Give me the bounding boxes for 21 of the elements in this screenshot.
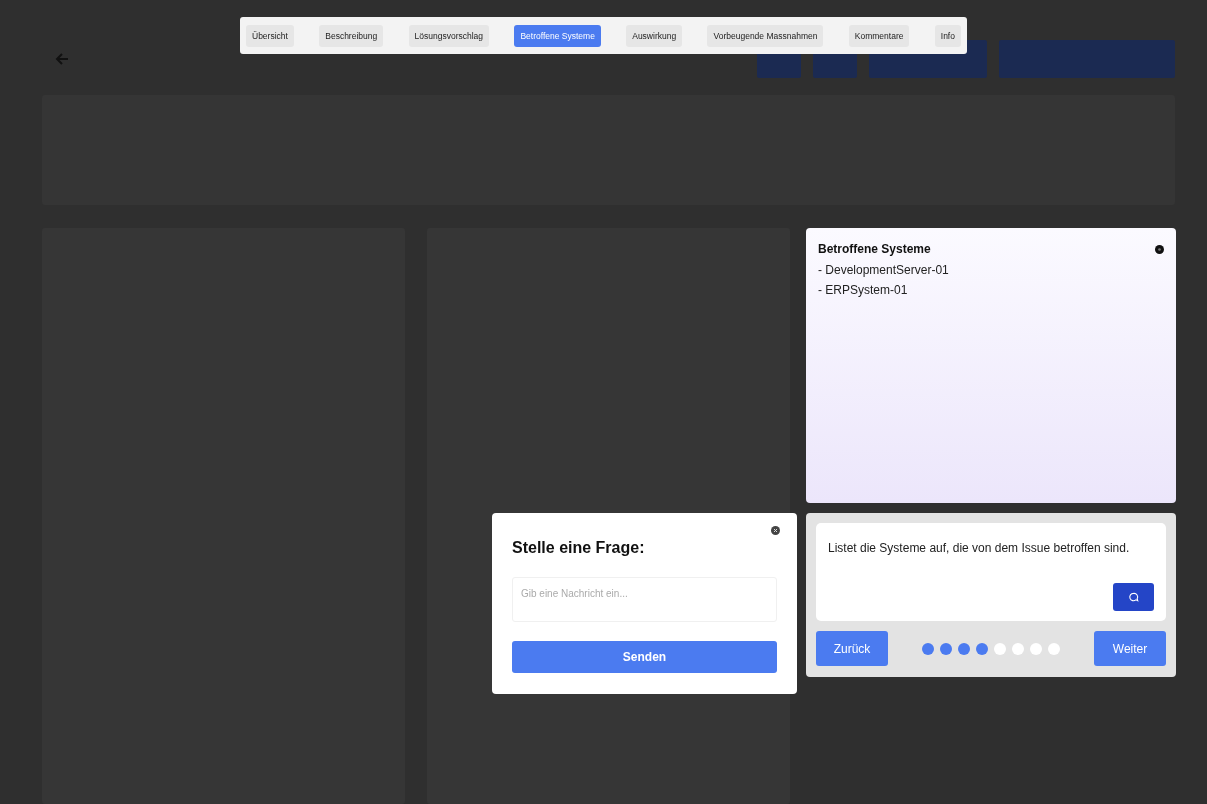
next-button[interactable]: Weiter: [1094, 631, 1166, 666]
tab[interactable]: Beschreibung: [319, 24, 384, 47]
tab[interactable]: Lösungsvorschlag: [408, 24, 490, 47]
tab[interactable]: Betroffene Systeme: [514, 24, 601, 47]
tab[interactable]: Info: [934, 24, 961, 47]
tab[interactable]: Übersicht: [246, 24, 294, 47]
help-icon[interactable]: [1155, 244, 1164, 254]
dialog-title: Stelle eine Frage:: [512, 539, 646, 557]
system-item: - DevelopmentServer-01: [818, 263, 950, 277]
back-button[interactable]: Zurück: [816, 631, 888, 666]
send-button[interactable]: Senden: [512, 641, 777, 673]
guide-text: Listet die Systeme auf, die von dem Issue betroffen sind.: [828, 540, 1131, 557]
card-title: Betroffene Systeme: [818, 242, 931, 256]
tab[interactable]: Auswirkung: [626, 24, 683, 47]
chat-bubble-icon: [1128, 591, 1139, 603]
tab[interactable]: Kommentare: [848, 24, 910, 47]
close-icon[interactable]: [771, 526, 780, 535]
chat-button[interactable]: [1113, 583, 1154, 611]
message-input[interactable]: Gib eine Nachricht ein...: [512, 577, 777, 622]
tab[interactable]: Vorbeugende Massnahmen: [707, 24, 824, 47]
system-item: - ERPSystem-01: [818, 283, 909, 297]
